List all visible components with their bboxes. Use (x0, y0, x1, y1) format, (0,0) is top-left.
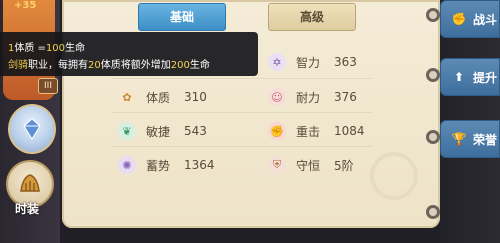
row-divider (112, 78, 372, 79)
up-arrow-icon: ⬆ (453, 70, 465, 84)
tooltip-value: 100 (45, 43, 66, 54)
tooltip-value: 20 (88, 60, 101, 71)
stat-label: 重击 (296, 124, 321, 139)
stat-conservation[interactable]: ⛨ 守恒 5阶 (268, 154, 354, 176)
stat-constitution[interactable]: ✿ 体质 310 (118, 86, 207, 108)
stat-intelligence[interactable]: ✡ 智力 363 (268, 51, 357, 73)
stat-label: 体质 (146, 90, 171, 105)
stat-heavy-strike[interactable]: ✊ 重击 1084 (268, 120, 365, 142)
stat-label: 智力 (296, 55, 321, 70)
tooltip-class: 剑骑 (8, 60, 28, 71)
stat-value: 1364 (184, 158, 215, 172)
side-tab-label: 提升 (473, 70, 498, 85)
tab-basic[interactable]: 基础 (138, 3, 226, 31)
helmet-icon (20, 174, 40, 192)
row-divider (112, 112, 372, 113)
panel-ornament (370, 152, 418, 200)
stat-value: 310 (184, 90, 207, 104)
side-tab-label: 战斗 (473, 12, 498, 27)
stat-label: 耐力 (296, 90, 321, 105)
stat-value: 543 (184, 124, 207, 138)
feather-icon: ❦ (118, 122, 136, 140)
stat-momentum[interactable]: ✺ 蓄势 1364 (118, 154, 215, 176)
stat-tooltip: 1体质 =100生命 剑骑职业，每拥有20体质将额外增加200生命 (0, 32, 258, 76)
shield-icon: ⛨ (268, 156, 286, 174)
binder-ring (426, 68, 440, 82)
tooltip-text: 体质将额外增加 (100, 60, 171, 71)
swirl-icon: ✺ (118, 156, 136, 174)
character-stats-screen: +35 III 时装 基础 高级 1体质 =100生命 剑骑职业，每拥有20体质… (0, 0, 500, 243)
binder-ring (426, 205, 440, 219)
stat-label: 敏捷 (146, 124, 171, 139)
side-tab-honor[interactable]: 🏆 荣誉 (440, 120, 500, 158)
binder-ring (426, 8, 440, 22)
row-divider (112, 146, 372, 147)
side-tab-battle[interactable]: ✊ 战斗 (440, 0, 500, 38)
stat-value: 376 (334, 90, 357, 104)
stat-value: 5阶 (334, 158, 354, 173)
tooltip-line-2: 剑骑职业，每拥有20体质将额外增加200生命 (8, 56, 210, 71)
stat-value: 1084 (334, 124, 365, 138)
person-icon: ☺ (268, 88, 286, 106)
tooltip-text: 生命 (65, 43, 86, 54)
stat-endurance[interactable]: ☺ 耐力 376 (268, 86, 357, 108)
rank-badge: III (38, 78, 58, 94)
gem-button[interactable] (8, 104, 56, 154)
tooltip-text: 体质 = (14, 43, 46, 54)
side-tab-label: 荣誉 (473, 132, 498, 147)
tab-advanced[interactable]: 高级 (268, 3, 356, 31)
tooltip-text: 生命 (189, 60, 210, 71)
binder-ring (426, 130, 440, 144)
stat-label: 守恒 (296, 158, 321, 173)
enhance-badge: +35 (14, 0, 37, 11)
side-tab-improve[interactable]: ⬆ 提升 (440, 58, 500, 96)
tooltip-value: 200 (170, 60, 190, 71)
flower-icon: ✿ (118, 88, 136, 106)
tooltip-text: 职业，每拥有 (28, 60, 88, 71)
stat-agility[interactable]: ❦ 敏捷 543 (118, 120, 207, 142)
fist-icon: ✊ (451, 12, 467, 26)
trophy-icon: 🏆 (451, 132, 467, 146)
stat-value: 363 (334, 55, 357, 69)
fashion-label: 时装 (15, 202, 40, 216)
tooltip-line-1: 1体质 =100生命 (8, 39, 85, 54)
crystal-icon (23, 118, 41, 140)
hexagram-icon: ✡ (268, 53, 286, 71)
stat-label: 蓄势 (146, 158, 171, 173)
fist-icon: ✊ (268, 122, 286, 140)
